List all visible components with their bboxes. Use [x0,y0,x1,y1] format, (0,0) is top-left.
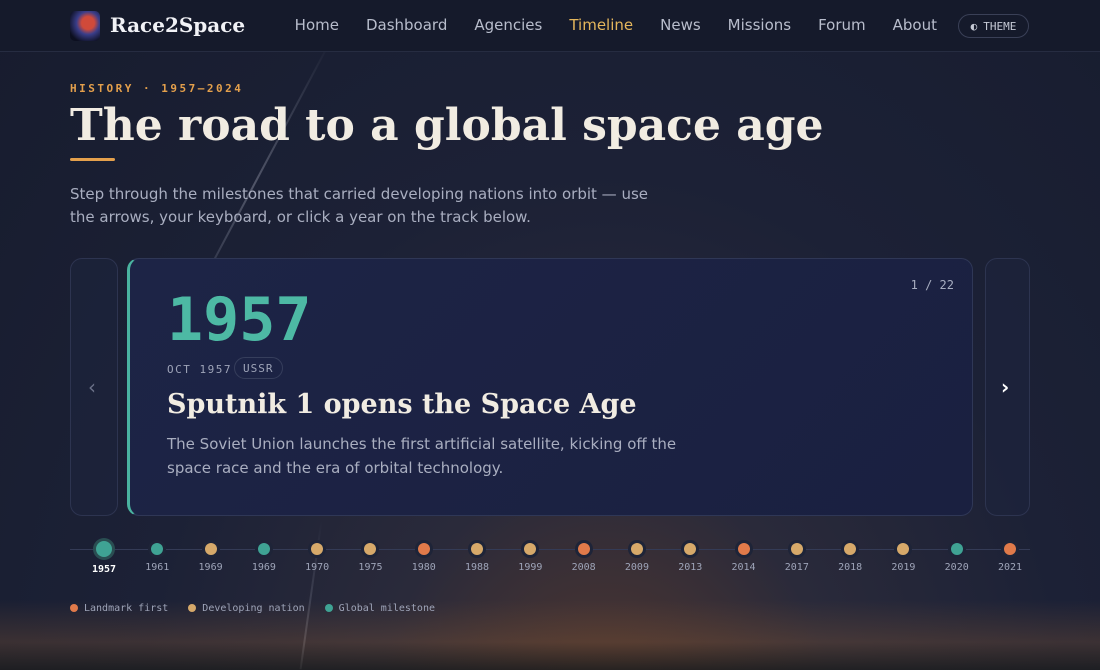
milestone-date: OCT 1957 [167,363,232,376]
theme-toggle-button[interactable]: ◐ THEME [958,14,1029,38]
timeline-year-1988[interactable]: 1988 [451,540,504,573]
timeline-dot [897,543,910,555]
legend-item-global: Global milestone [324,603,435,614]
timeline-year-label: 1970 [305,562,330,573]
brand-name[interactable]: Race2Space [110,13,245,37]
nav-item-news[interactable]: News [660,16,701,34]
timeline-year-label: 2018 [838,562,863,573]
timeline-dot [577,543,590,555]
timeline-year-label: 2017 [784,562,809,573]
timeline-year-label: 2009 [624,562,649,573]
timeline-year-label: 2008 [571,562,596,573]
nav-item-about[interactable]: About [893,16,937,34]
timeline-dot [151,543,164,555]
page-lead: Step through the milestones that carried… [70,185,649,226]
nav-item-timeline[interactable]: Timeline [569,16,633,34]
timeline-legend: Landmark first Developing nation Global mi… [70,603,435,614]
timeline-dot [257,543,270,555]
section-eyebrow: HISTORY · 1957–2024 [70,82,244,95]
legend-item-landmark: Landmark first [70,603,168,614]
timeline-year-2008[interactable]: 2008 [557,540,610,573]
timeline-year-label: 1999 [518,562,543,573]
prev-card-button[interactable]: ‹ [70,258,118,516]
legend-dot [324,604,333,612]
timeline-year-2021[interactable]: 2021 [984,540,1037,573]
timeline-year-label: 2020 [944,562,969,573]
timeline-dot [96,541,112,557]
timeline-year-label: 1975 [358,562,383,573]
title-underline [70,158,115,161]
legend-item-developing: Developing nation [188,603,305,614]
slide-counter: 1 / 22 [910,278,954,292]
legend-label: Landmark first [84,603,169,614]
timeline-year-label: 2013 [678,562,703,573]
timeline-year-label: 1969 [198,562,223,573]
legend-dot [188,604,197,612]
timeline-year-1975[interactable]: 1975 [344,540,397,573]
nav-item-forum[interactable]: Forum [818,16,866,34]
timeline-dot [684,543,697,555]
timeline-year-2013[interactable]: 2013 [664,540,717,573]
timeline-dot [311,543,324,555]
timeline-dot [417,543,430,555]
timeline-year-label: 1961 [145,562,170,573]
timeline-year-1999[interactable]: 1999 [504,540,557,573]
timeline-dot [737,543,750,555]
timeline-dot [204,543,217,555]
milestone-year: 1957 [167,285,312,355]
timeline-year-2018[interactable]: 2018 [824,540,877,573]
timeline-year-2017[interactable]: 2017 [770,540,823,573]
chevron-left-icon: ‹ [88,375,96,399]
milestone-description: The Soviet Union launches the first arti… [167,435,677,477]
timeline-dot [844,543,857,555]
timeline-dot [524,543,537,555]
timeline-year-label: 2014 [731,562,756,573]
next-card-button[interactable]: › [985,258,1030,516]
timeline-year-label: 1988 [465,562,490,573]
timeline-year-1969[interactable]: 1969 [237,540,290,573]
timeline-year-1969[interactable]: 1969 [184,540,237,573]
main-menu: Home Dashboard Agencies Timeline News Mission… [295,16,937,34]
timeline-dot [790,543,803,555]
nav-item-missions[interactable]: Missions [728,16,791,34]
nav-item-dashboard[interactable]: Dashboard [366,16,447,34]
timeline-dot [630,543,643,555]
timeline-year-1980[interactable]: 1980 [397,540,450,573]
timeline-dot [471,543,484,555]
nav-item-home[interactable]: Home [295,16,339,34]
legend-dot [70,604,78,612]
page-title: The road to a global space age [70,100,824,151]
legend-label: Developing nation [202,603,305,614]
nav-item-agencies[interactable]: Agencies [474,16,542,34]
timeline-year-2020[interactable]: 2020 [930,540,983,573]
timeline-year-1957[interactable]: 1957 [78,540,131,575]
contrast-icon: ◐ [970,19,978,33]
timeline-year-1961[interactable]: 1961 [131,540,184,573]
chevron-right-icon: › [1001,375,1010,399]
timeline-dot [364,543,377,555]
top-navbar: Race2Space Home Dashboard Agencies Timeline… [0,0,1100,52]
agency-tag: USSR [234,357,283,379]
timeline-year-1970[interactable]: 1970 [291,540,344,573]
timeline-dot [950,543,963,555]
milestone-title: Sputnik 1 opens the Space Age [167,389,637,420]
timeline-year-label: 1957 [91,564,117,575]
rocket-logo-icon[interactable] [70,11,100,41]
timeline-year-2019[interactable]: 2019 [877,540,930,573]
timeline-year-2009[interactable]: 2009 [610,540,663,573]
milestone-card: 1 / 22 1957 OCT 1957 USSR Sputnik 1 open… [127,258,973,516]
timeline-year-label: 2019 [891,562,916,573]
legend-label: Global milestone [338,603,435,614]
theme-label: THEME [983,19,1017,33]
timeline-year-label: 2021 [997,562,1023,573]
timeline-year-label: 1969 [251,562,276,573]
timeline-dot [1004,543,1016,555]
timeline-year-2014[interactable]: 2014 [717,540,770,573]
timeline-year-label: 1980 [411,562,436,573]
